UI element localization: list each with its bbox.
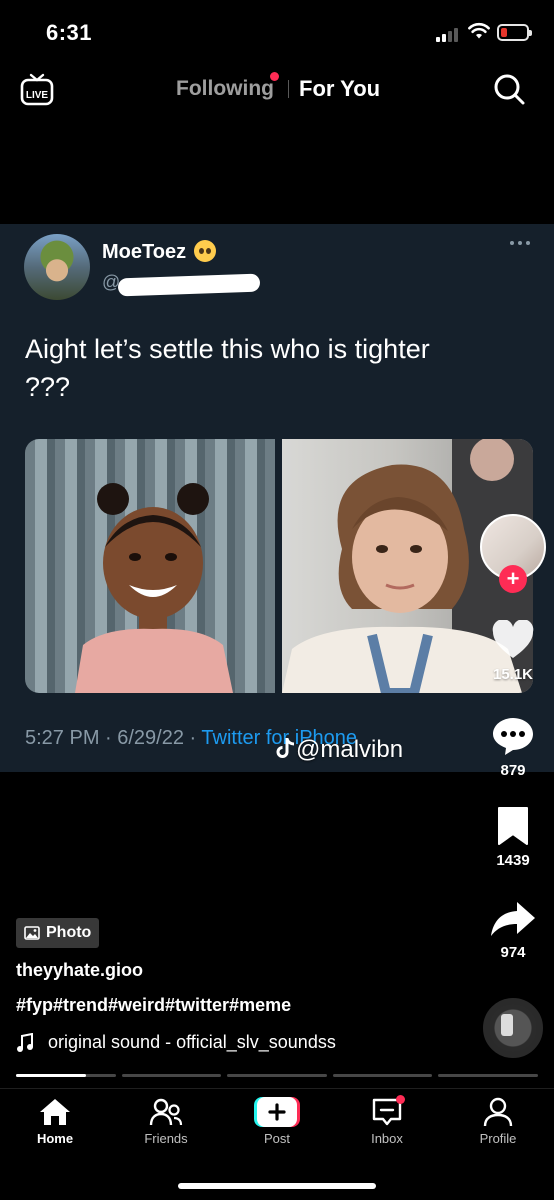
share-button[interactable]: 974 <box>482 898 544 961</box>
post-plus-icon <box>254 1097 300 1127</box>
progress-fill <box>16 1074 86 1077</box>
battery-icon <box>497 24 532 41</box>
handle-redaction-scribble <box>117 273 261 297</box>
progress-segment <box>121 1074 222 1077</box>
tab-divider <box>288 80 289 98</box>
cellular-signal-icon <box>436 26 462 42</box>
music-note-icon <box>17 1032 33 1052</box>
progress-segment <box>16 1074 116 1077</box>
bookmark-icon <box>498 807 528 845</box>
heart-icon <box>492 620 534 658</box>
live-icon[interactable]: LIVE <box>20 72 54 106</box>
comment-count: 879 <box>500 762 526 779</box>
tab-profile[interactable]: Profile <box>453 1097 543 1146</box>
like-count: 15.1K <box>492 666 534 683</box>
progress-segment <box>227 1074 327 1077</box>
tiktok-logo-icon <box>276 738 295 758</box>
tab-profile-label: Profile <box>479 1131 517 1146</box>
share-count: 974 <box>500 944 526 961</box>
sound-disc-icon[interactable] <box>483 998 543 1058</box>
photo-badge-label: Photo <box>46 924 92 941</box>
tiktok-watermark: @malvibn <box>276 736 403 764</box>
progress-segment <box>438 1074 538 1077</box>
caption-hashtags[interactable]: #fyp#trend#weird#twitter#meme <box>16 995 291 1016</box>
top-nav: LIVE Following For You <box>0 68 554 112</box>
tab-for-you[interactable]: For You <box>299 76 380 102</box>
comment-bubble-icon <box>493 718 533 755</box>
carousel-progress <box>16 1074 538 1077</box>
sound-name: original sound - official_slv_soundss <box>48 1032 336 1052</box>
save-button[interactable]: 1439 <box>482 806 544 869</box>
tab-inbox[interactable]: Inbox <box>342 1095 432 1146</box>
tweet-card: MoeToez @ Aight let’s settle this who is… <box>0 224 554 772</box>
search-icon[interactable] <box>492 72 526 106</box>
home-indicator <box>178 1183 376 1189</box>
status-time: 6:31 <box>46 20 93 45</box>
tab-post-label: Post <box>263 1131 290 1146</box>
tab-friends-label: Friends <box>144 1131 188 1146</box>
comment-button[interactable]: 879 <box>482 716 544 779</box>
share-arrow-icon <box>491 902 535 936</box>
image-icon <box>24 926 40 940</box>
tab-home-label: Home <box>36 1131 74 1146</box>
more-options-icon <box>510 241 530 245</box>
follow-plus-button[interactable]: + <box>499 565 527 593</box>
sound-link[interactable]: original sound - official_slv_soundss <box>16 1032 336 1053</box>
save-count: 1439 <box>496 852 530 869</box>
tab-post[interactable]: Post <box>232 1097 322 1146</box>
tweet-text: Aight let’s settle this who is tighter ?… <box>25 334 430 402</box>
tweet-timestamp: 5:27 PM · 6/29/22 · <box>25 727 202 749</box>
inbox-notification-dot <box>396 1095 405 1104</box>
pleading-face-emoji-icon <box>194 240 216 262</box>
tab-home[interactable]: Home <box>10 1097 100 1146</box>
friends-icon <box>149 1098 183 1126</box>
child-portrait-left <box>75 483 233 693</box>
tweet-author-avatar <box>24 234 90 300</box>
svg-text:LIVE: LIVE <box>26 90 49 101</box>
progress-segment <box>332 1074 433 1077</box>
tab-inbox-label: Inbox <box>371 1131 403 1146</box>
photo-badge: Photo <box>16 918 100 948</box>
watermark-handle: @malvibn <box>296 736 404 763</box>
profile-icon <box>483 1097 513 1127</box>
tweet-display-name: MoeToez <box>102 241 187 263</box>
following-notification-dot <box>270 72 279 81</box>
status-bar: 6:31 <box>0 0 554 60</box>
home-icon <box>40 1099 70 1125</box>
tweet-photo-left <box>25 439 275 693</box>
wifi-icon <box>468 22 490 39</box>
like-button[interactable]: 15.1K <box>482 620 544 683</box>
tab-following[interactable]: Following <box>176 77 274 101</box>
tab-friends[interactable]: Friends <box>121 1097 211 1146</box>
author-username[interactable]: theyyhate.gioo <box>16 960 143 981</box>
